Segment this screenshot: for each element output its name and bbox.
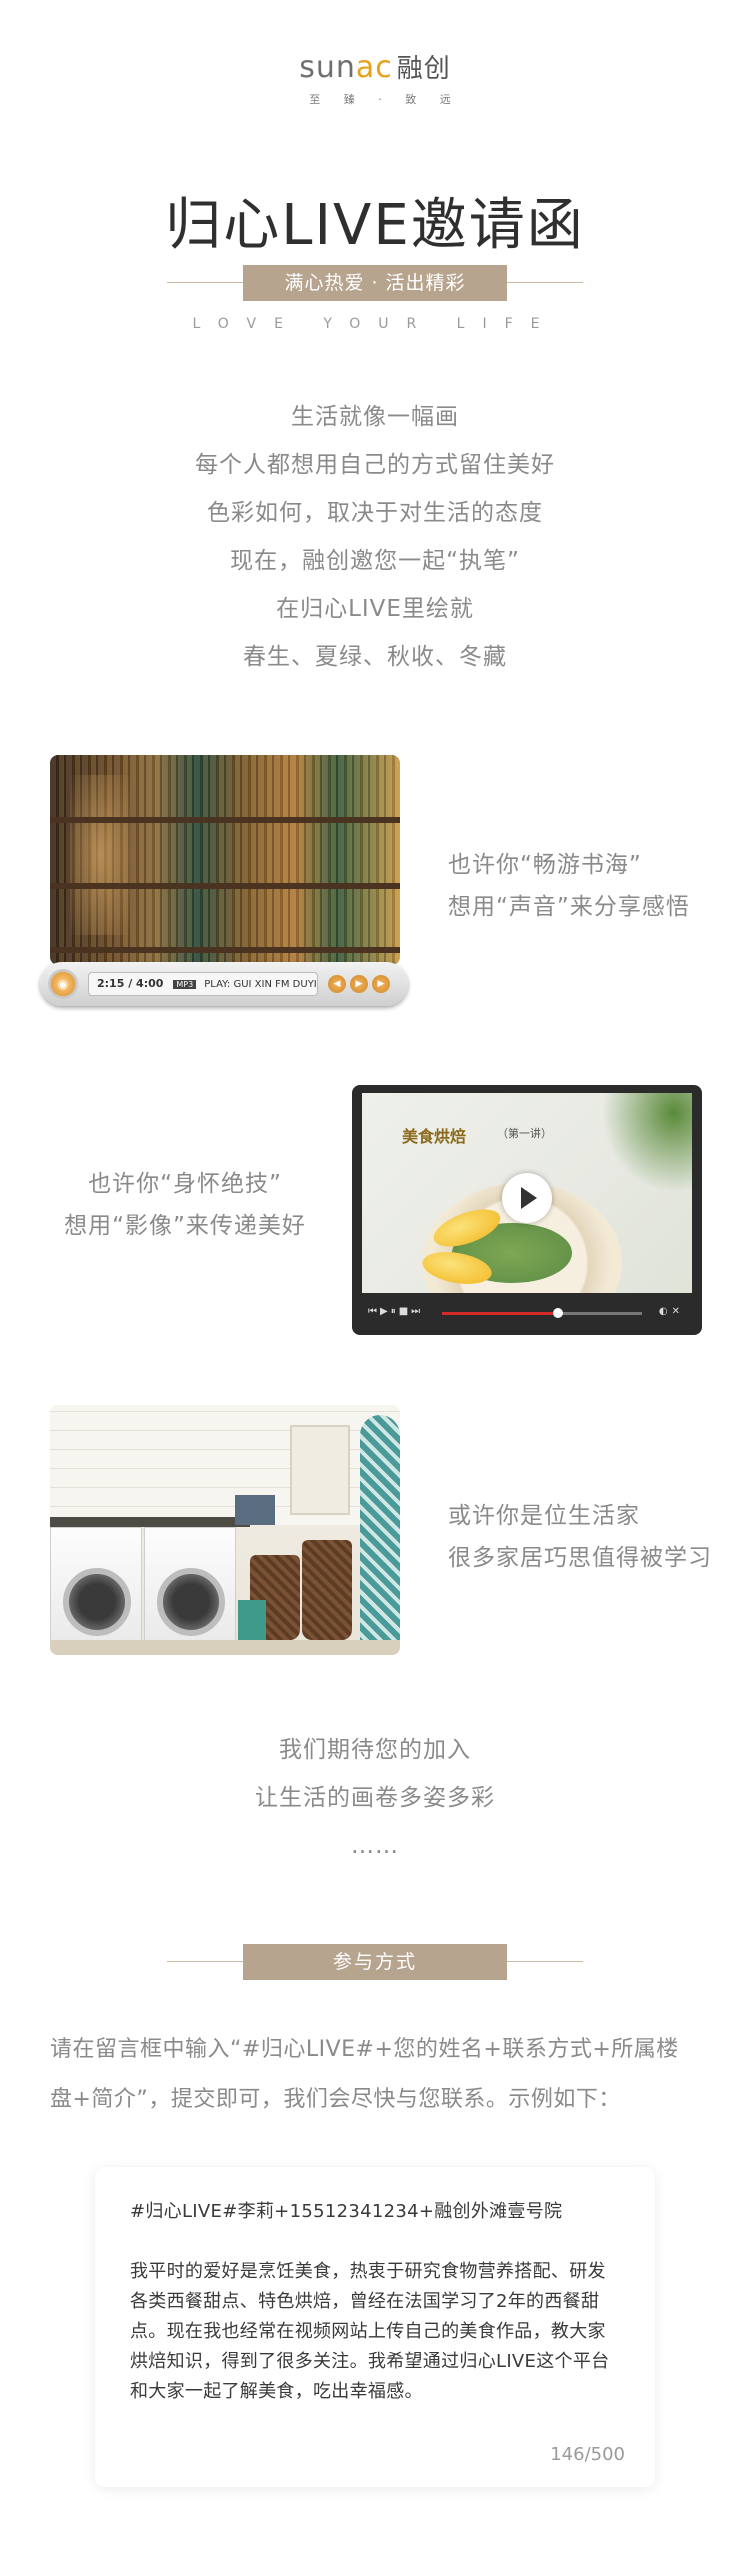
- video-episode: （第一讲）: [497, 1127, 552, 1140]
- expect-line: ……: [351, 1833, 399, 1859]
- brand-logo: sunac 融创 至 臻 · 致 远: [0, 50, 750, 107]
- home-line2: 很多家居巧思值得被学习: [448, 1545, 712, 1571]
- expectation-text: 我们期待您的加入 让生活的画卷多姿多彩 ……: [0, 1726, 750, 1870]
- example-tag: #归心LIVE#李莉+15512341234+融创外滩壹号院: [130, 2201, 563, 2222]
- reading-line1: 也许你“畅游书海”: [448, 852, 642, 878]
- shelf: [50, 947, 400, 953]
- home-text: 或许你是位生活家 很多家居巧思值得被学习: [448, 1495, 712, 1579]
- shelf: [50, 817, 400, 823]
- logo-tagline: 至 臻 · 致 远: [309, 93, 461, 106]
- poem-line: 每个人都想用自己的方式留住美好: [195, 452, 555, 478]
- basket: [302, 1540, 352, 1640]
- reading-text: 也许你“畅游书海” 想用“声音”来分享感悟: [448, 844, 690, 928]
- video-frame: 美食烘焙 （第一讲）: [362, 1093, 692, 1293]
- expect-line: 我们期待您的加入: [279, 1737, 471, 1763]
- video-controls: ⏮▶⏸■⏭ ◐✕: [362, 1299, 692, 1327]
- logo-prefix: sun: [299, 50, 356, 85]
- player-display: 2:15 / 4:00 MP3 PLAY: GUI XIN FM DUYIBEN..…: [88, 972, 318, 996]
- char-count: 146/500: [550, 2444, 625, 2465]
- intro-poem: 生活就像一幅画 每个人都想用自己的方式留住美好 色彩如何，取决于对生活的态度 现…: [0, 393, 750, 681]
- poem-line: 色彩如何，取决于对生活的态度: [207, 500, 543, 526]
- bookshelf-image: [50, 755, 400, 965]
- divider-right: [507, 1961, 583, 1962]
- logo-wordmark: sunac 融创: [0, 50, 750, 87]
- logo-accent: ac: [355, 50, 393, 85]
- skill-line2: 想用“影像”来传递美好: [64, 1213, 306, 1239]
- reading-line2: 想用“声音”来分享感悟: [448, 894, 690, 920]
- poem-line: 现在，融创邀您一起“执笔”: [230, 548, 520, 574]
- example-message-card: #归心LIVE#李莉+15512341234+融创外滩壹号院 我平时的爱好是烹饪…: [95, 2167, 655, 2487]
- play-button-icon[interactable]: [502, 1173, 552, 1223]
- shelf: [50, 883, 400, 889]
- previous-icon[interactable]: ◀: [328, 975, 346, 993]
- player-track: PLAY: GUI XIN FM DUYIBEN...: [204, 979, 317, 990]
- video-progress-bar[interactable]: [442, 1308, 642, 1318]
- home-line1: 或许你是位生活家: [448, 1503, 640, 1529]
- volume-fullscreen-icon[interactable]: ◐✕: [659, 1306, 684, 1317]
- video-progress-fill: [442, 1312, 558, 1315]
- participation-banner: 参与方式: [167, 1944, 583, 1980]
- player-time: 2:15 / 4:00: [97, 977, 164, 990]
- page-title: 归心LIVE邀请函: [165, 193, 585, 258]
- skill-line1: 也许你“身怀绝技”: [88, 1171, 282, 1197]
- playback-controls-icon[interactable]: ⏮▶⏸■⏭: [368, 1306, 423, 1317]
- expect-line: 让生活的画卷多姿多彩: [255, 1785, 495, 1811]
- player-badge: MP3: [173, 980, 197, 989]
- poem-line: 春生、夏绿、秋收、冬藏: [243, 644, 507, 670]
- poem-line: 生活就像一幅画: [291, 404, 459, 430]
- video-player[interactable]: 美食烘焙 （第一讲） ⏮▶⏸■⏭ ◐✕: [352, 1085, 702, 1335]
- video-progress-knob[interactable]: [553, 1308, 563, 1318]
- next-icon[interactable]: ▶: [372, 975, 390, 993]
- logo-cn: 融创: [396, 54, 451, 84]
- disc-icon: ◉: [48, 969, 78, 999]
- divider-right: [507, 282, 583, 283]
- dryer: [144, 1527, 236, 1655]
- slogan-banner: 满心热爱 · 活出精彩: [167, 265, 583, 301]
- audio-player[interactable]: ◉ 2:15 / 4:00 MP3 PLAY: GUI XIN FM DUYIBEN…: [40, 962, 408, 1006]
- poem-line: 在归心LIVE里绘就: [276, 596, 474, 622]
- skill-text: 也许你“身怀绝技” 想用“影像”来传递美好: [50, 1163, 320, 1247]
- slogan-label: 满心热爱 · 活出精彩: [243, 265, 507, 301]
- play-icon[interactable]: ▶: [350, 975, 368, 993]
- video-title: 美食烘焙: [402, 1127, 467, 1146]
- example-body: 我平时的爱好是烹饪美食，热衷于研究食物营养搭配、研发各类西餐甜点、特色烘焙，曾经…: [130, 2261, 610, 2402]
- divider-left: [167, 1961, 243, 1962]
- ironing-board: [360, 1415, 400, 1645]
- love-your-life-subtitle: LOVE YOUR LIFE: [192, 316, 558, 332]
- participation-heading: 参与方式: [243, 1944, 507, 1980]
- participation-instruction: 请在留言框中输入“#归心LIVE#+您的姓名+联系方式+所属楼盘+简介”，提交即…: [50, 2037, 679, 2112]
- divider-left: [167, 282, 243, 283]
- laundry-room-image: [50, 1405, 400, 1655]
- washer: [50, 1527, 142, 1655]
